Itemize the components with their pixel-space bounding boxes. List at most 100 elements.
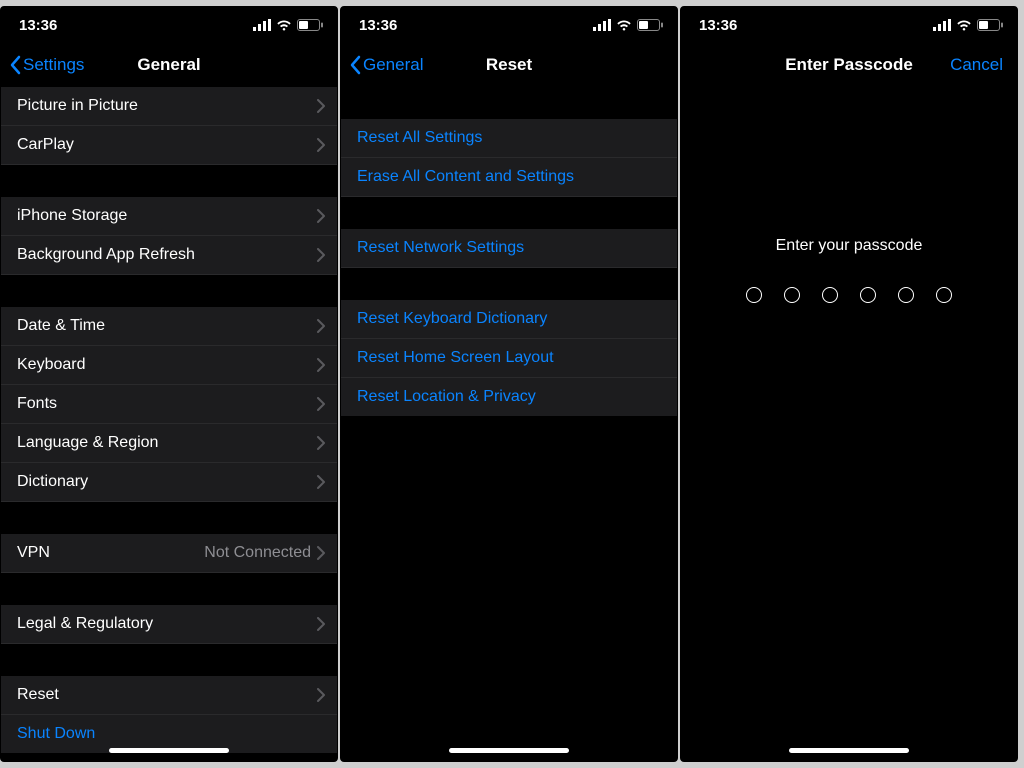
row-reset-all-settings[interactable]: Reset All Settings [341,119,677,158]
row-value: Not Connected [204,544,311,562]
chevron-right-icon [317,138,325,152]
reset-list[interactable]: Reset All Settings Erase All Content and… [341,87,677,761]
row-reset[interactable]: Reset [1,676,337,715]
row-label: Reset Home Screen Layout [357,349,665,367]
chevron-left-icon [9,55,21,75]
home-indicator[interactable] [449,748,569,753]
chevron-left-icon [349,55,361,75]
status-bar: 13:36 [341,7,677,43]
section-gap [1,275,337,307]
row-label: CarPlay [17,136,317,154]
phone-passcode: 13:36 Enter Passcode Cancel Enter your p… [680,6,1018,762]
status-time: 13:36 [699,17,737,34]
phone-reset: 13:36 General Reset Reset All Settings E… [340,6,678,762]
row-fonts[interactable]: Fonts [1,385,337,424]
row-label: iPhone Storage [17,207,317,225]
back-label: Settings [23,55,84,75]
row-reset-location-privacy[interactable]: Reset Location & Privacy [341,378,677,416]
nav-bar: Settings General [1,43,337,87]
phone-general: 13:36 Settings General Picture in Pictur… [0,6,338,762]
row-label: Background App Refresh [17,246,317,264]
back-label: General [363,55,423,75]
passcode-dots[interactable] [746,287,952,303]
row-dictionary[interactable]: Dictionary [1,463,337,502]
chevron-right-icon [317,546,325,560]
battery-icon [637,19,663,31]
row-label: Erase All Content and Settings [357,168,665,186]
passcode-dot [746,287,762,303]
row-language-region[interactable]: Language & Region [1,424,337,463]
section-gap [341,197,677,229]
chevron-right-icon [317,617,325,631]
back-button[interactable]: Settings [1,55,84,75]
passcode-dot [898,287,914,303]
row-label: Picture in Picture [17,97,317,115]
row-label: Fonts [17,395,317,413]
home-indicator[interactable] [789,748,909,753]
row-label: Reset All Settings [357,129,665,147]
general-list[interactable]: Picture in Picture CarPlay iPhone Storag… [1,87,337,761]
row-label: Date & Time [17,317,317,335]
status-bar: 13:36 [1,7,337,43]
chevron-right-icon [317,358,325,372]
passcode-body: Enter your passcode [681,87,1017,761]
nav-bar: General Reset [341,43,677,87]
row-vpn[interactable]: VPN Not Connected [1,534,337,573]
home-indicator[interactable] [109,748,229,753]
row-carplay[interactable]: CarPlay [1,126,337,165]
status-icons [253,19,323,31]
row-picture-in-picture[interactable]: Picture in Picture [1,87,337,126]
nav-bar: Enter Passcode Cancel [681,43,1017,87]
wifi-icon [276,19,292,31]
row-legal[interactable]: Legal & Regulatory [1,605,337,644]
section-gap [1,644,337,676]
row-label: Reset [17,686,317,704]
cancel-button[interactable]: Cancel [950,55,1003,75]
section-gap [1,165,337,197]
row-reset-network[interactable]: Reset Network Settings [341,229,677,268]
row-label: Keyboard [17,356,317,374]
row-keyboard[interactable]: Keyboard [1,346,337,385]
row-label: Dictionary [17,473,317,491]
chevron-right-icon [317,397,325,411]
row-label: VPN [17,544,204,562]
cellular-icon [933,19,951,31]
screenshot-canvas: 13:36 Settings General Picture in Pictur… [0,0,1024,768]
passcode-dot [936,287,952,303]
row-label: Reset Keyboard Dictionary [357,310,665,328]
section-gap [341,87,677,119]
row-label: Reset Network Settings [357,239,665,257]
row-label: Language & Region [17,434,317,452]
cellular-icon [593,19,611,31]
row-label: Legal & Regulatory [17,615,317,633]
status-icons [593,19,663,31]
status-icons [933,19,1003,31]
section-gap [1,573,337,605]
section-gap [1,502,337,534]
row-date-time[interactable]: Date & Time [1,307,337,346]
chevron-right-icon [317,319,325,333]
row-erase-all-content[interactable]: Erase All Content and Settings [341,158,677,197]
wifi-icon [616,19,632,31]
chevron-right-icon [317,209,325,223]
passcode-dot [822,287,838,303]
row-iphone-storage[interactable]: iPhone Storage [1,197,337,236]
row-reset-home-screen[interactable]: Reset Home Screen Layout [341,339,677,378]
passcode-dot [784,287,800,303]
row-reset-keyboard-dictionary[interactable]: Reset Keyboard Dictionary [341,300,677,339]
back-button[interactable]: General [341,55,423,75]
passcode-hint: Enter your passcode [776,237,923,255]
status-time: 13:36 [359,17,397,34]
battery-icon [977,19,1003,31]
chevron-right-icon [317,688,325,702]
row-label: Shut Down [17,725,325,743]
wifi-icon [956,19,972,31]
status-bar: 13:36 [681,7,1017,43]
chevron-right-icon [317,99,325,113]
chevron-right-icon [317,248,325,262]
row-background-app-refresh[interactable]: Background App Refresh [1,236,337,275]
status-time: 13:36 [19,17,57,34]
passcode-dot [860,287,876,303]
chevron-right-icon [317,436,325,450]
chevron-right-icon [317,475,325,489]
